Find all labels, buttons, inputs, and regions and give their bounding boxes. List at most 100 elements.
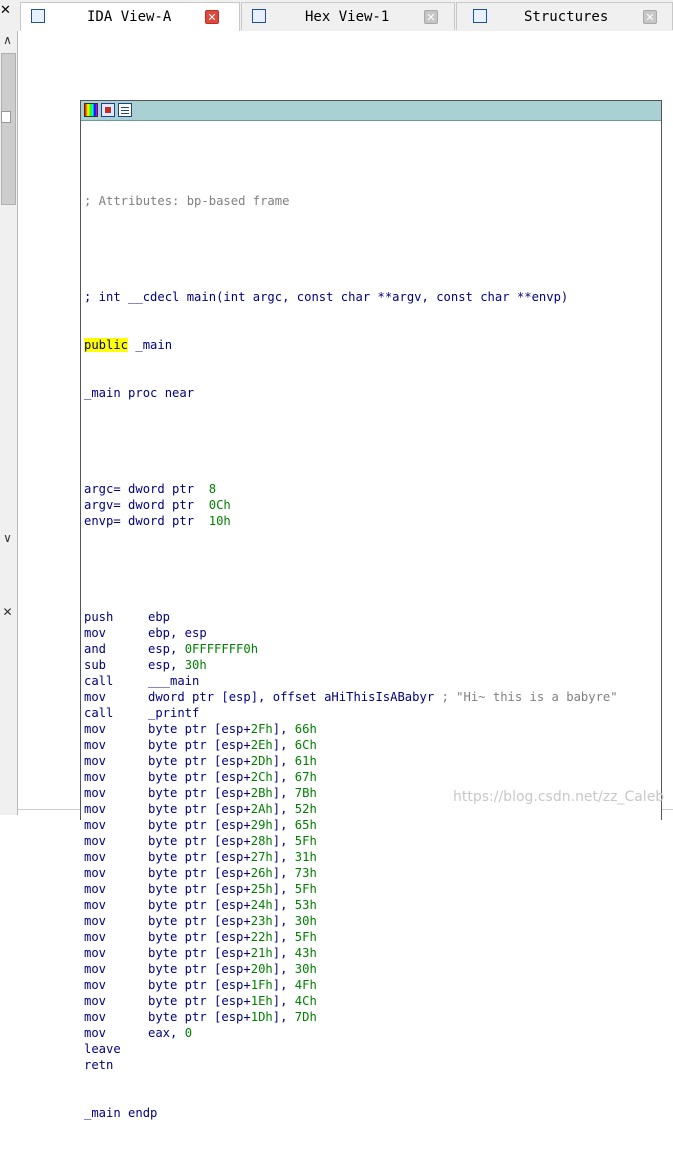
public-name: _main [128,338,173,352]
instruction-line[interactable]: mov byte ptr [esp+1Dh], 7Dh [84,1009,659,1025]
immediate: 30h [294,914,317,928]
instruction-line[interactable]: mov eax, 0 [84,1025,659,1041]
instruction-line[interactable]: retn [84,1057,659,1073]
instruction-line[interactable]: sub esp, 30h [84,657,659,673]
graph-view-icon[interactable] [101,103,115,117]
hex-view-icon [252,9,266,23]
stack-offset: 2Fh [250,722,273,736]
immediate: 30h [294,962,317,976]
attributes-comment: ; Attributes: bp-based frame [84,194,290,208]
close-tab-icon[interactable]: ✕ [205,10,219,24]
disassembly-listing[interactable]: ; Attributes: bp-based frame ; int __cde… [84,161,659,1153]
instruction-line[interactable]: mov dword ptr [esp], offset aHiThisIsABab… [84,689,659,705]
instruction-line[interactable]: mov byte ptr [esp+25h], 5Fh [84,881,659,897]
close-tab-icon[interactable]: ✕ [424,10,438,24]
instruction-line[interactable]: mov byte ptr [esp+1Fh], 4Fh [84,977,659,993]
operand: byte ptr [esp+ [148,882,251,896]
operand: ebp [148,610,171,624]
instruction-line[interactable]: and esp, 0FFFFFFF0h [84,641,659,657]
operand: byte ptr [esp+ [148,946,251,960]
stack-offset: 21h [250,946,273,960]
instruction-line[interactable]: mov byte ptr [esp+2Ch], 67h [84,769,659,785]
instruction-line[interactable]: call ___main [84,673,659,689]
operand: ], [272,818,295,832]
node-title-bar[interactable] [81,101,661,121]
operand: ], [272,994,295,1008]
inline-comment: ; "Hi~ this is a babyre" [441,690,618,704]
mnemonic: mov [84,962,107,976]
instruction-line[interactable]: mov byte ptr [esp+21h], 43h [84,945,659,961]
operand: ], [272,978,295,992]
operand: ], [272,962,295,976]
structures-icon [473,9,487,23]
operand: byte ptr [esp+ [148,834,251,848]
signature-comment: ; int __cdecl main(int argc, const char … [84,290,569,304]
operand: ], [272,914,295,928]
operand: ], [272,802,295,816]
operand: byte ptr [esp+ [148,850,251,864]
instruction-line[interactable]: mov byte ptr [esp+2Dh], 61h [84,753,659,769]
function-node[interactable]: ; Attributes: bp-based frame ; int __cde… [80,100,662,1120]
watermark: https://blog.csdn.net/zz_Caleb [453,789,665,805]
operand: byte ptr [esp+ [148,914,251,928]
mnemonic: mov [84,866,107,880]
mnemonic: call [84,706,114,720]
immediate: 5Fh [294,930,317,944]
instruction-line[interactable]: mov byte ptr [esp+23h], 30h [84,913,659,929]
instruction-line[interactable]: mov byte ptr [esp+28h], 5Fh [84,833,659,849]
instruction-line[interactable]: call _printf [84,705,659,721]
close-tab-icon[interactable]: ✕ [643,10,657,24]
close-icon[interactable]: ✕ [0,605,15,619]
endp-line: _main endp [84,1106,158,1120]
scrollbar-thumb[interactable] [1,53,16,205]
chevron-down-icon[interactable]: ∨ [0,531,15,545]
operand: ], [272,850,295,864]
instruction-line[interactable]: mov byte ptr [esp+20h], 30h [84,961,659,977]
chevron-up-icon[interactable]: ∧ [0,33,15,47]
instruction-line[interactable]: mov byte ptr [esp+29h], 65h [84,817,659,833]
mnemonic: sub [84,658,107,672]
node-color-icon[interactable] [84,103,98,117]
mnemonic: mov [84,738,107,752]
instruction-line[interactable]: mov byte ptr [esp+2Eh], 6Ch [84,737,659,753]
tab-ida-view-a[interactable]: IDA View-A ✕ [20,2,240,32]
tab-hex-view-1[interactable]: Hex View-1 ✕ [241,2,455,30]
stack-offset: 23h [250,914,273,928]
immediate: 65h [294,818,317,832]
tab-structures[interactable]: Structures ✕ [456,2,673,30]
stack-var-line[interactable]: argv= dword ptr 0Ch [84,497,659,513]
mnemonic: mov [84,834,107,848]
stack-offset: 2Eh [250,738,273,752]
disassembly-view-icon [31,9,45,23]
public-keyword: public [84,338,129,352]
instruction-line[interactable]: mov byte ptr [esp+27h], 31h [84,849,659,865]
instruction-line[interactable]: mov ebp, esp [84,625,659,641]
immediate: 7Dh [294,1010,317,1024]
operand: byte ptr [esp+ [148,754,251,768]
stack-var-line[interactable]: argc= dword ptr 8 [84,481,659,497]
instruction-line[interactable]: leave [84,1041,659,1057]
mnemonic: mov [84,994,107,1008]
stack-var-name: argv [84,498,114,512]
mnemonic: mov [84,690,107,704]
close-icon[interactable]: ✕ [0,3,11,18]
text-view-icon[interactable] [118,103,132,117]
instruction-line[interactable]: mov byte ptr [esp+1Eh], 4Ch [84,993,659,1009]
stack-var-line[interactable]: envp= dword ptr 10h [84,513,659,529]
mnemonic: mov [84,914,107,928]
immediate: 61h [294,754,317,768]
stack-offset: 20h [250,962,273,976]
instruction-line[interactable]: push ebp [84,609,659,625]
mnemonic: and [84,642,107,656]
instruction-line[interactable]: mov byte ptr [esp+22h], 5Fh [84,929,659,945]
mnemonic: mov [84,898,107,912]
instruction-line[interactable]: mov byte ptr [esp+26h], 73h [84,865,659,881]
instruction-line[interactable]: mov byte ptr [esp+24h], 53h [84,897,659,913]
instruction-line[interactable]: mov byte ptr [esp+2Fh], 66h [84,721,659,737]
immediate: 67h [294,770,317,784]
mnemonic: mov [84,850,107,864]
stack-var-offset: 8 [208,482,217,496]
operand: byte ptr [esp+ [148,786,251,800]
mnemonic: mov [84,1026,107,1040]
